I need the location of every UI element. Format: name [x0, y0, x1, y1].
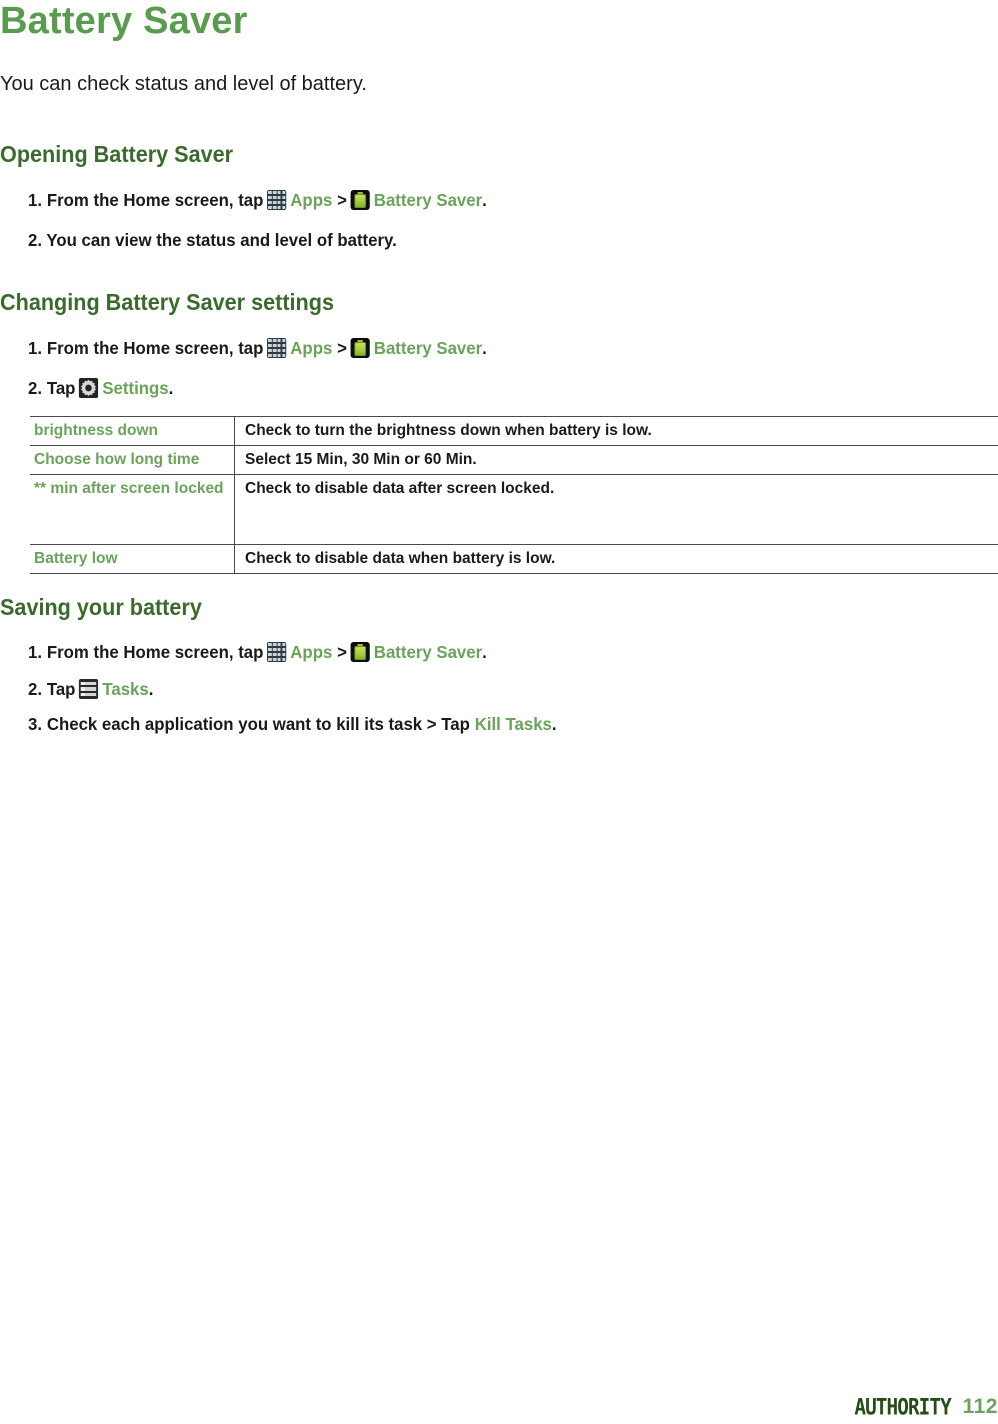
step-separator: > — [337, 338, 347, 358]
table-cell-description: Check to turn the brightness down when b… — [234, 416, 998, 446]
section-heading-changing: Changing Battery Saver settings — [0, 289, 334, 315]
step-number: 1. — [28, 338, 43, 358]
step-period: . — [482, 338, 487, 358]
page-footer: AUTHORITY 112 — [0, 1390, 998, 1424]
apps-grid-icon — [267, 338, 287, 358]
table-cell-description: Check to disable data when battery is lo… — [234, 544, 998, 574]
battery-saver-label: Battery Saver — [373, 338, 483, 358]
intro-paragraph: You can check status and level of batter… — [0, 73, 367, 95]
page-number: 112 — [962, 1395, 998, 1418]
step-text: 2. You can view the status and level of … — [28, 230, 397, 250]
table-cell-description: Check to disable data after screen locke… — [234, 474, 998, 545]
step-opening-1: 1. From the Home screen, tap Apps > Batt… — [28, 188, 487, 212]
table-cell-label: ** min after screen locked — [30, 474, 235, 545]
battery-saver-icon — [350, 642, 370, 662]
step-changing-2: 2. Tap Settings . — [28, 376, 173, 400]
step-period: . — [551, 714, 557, 734]
step-saving-3: 3. Check each application you want to ki… — [28, 712, 557, 736]
step-separator: > — [337, 642, 347, 662]
step-saving-1: 1. From the Home screen, tap Apps > Batt… — [28, 640, 487, 664]
brand-logo: AUTHORITY — [854, 1394, 951, 1420]
table-row: Battery low Check to disable data when b… — [30, 544, 998, 574]
step-number: 2. — [28, 378, 43, 398]
step-period: . — [482, 642, 487, 662]
step-separator: > — [337, 190, 347, 210]
battery-saver-icon — [350, 338, 370, 358]
step-number: 1. — [28, 642, 43, 662]
table-cell-label: Choose how long time — [30, 445, 235, 475]
document-page: Battery Saver You can check status and l… — [0, 0, 998, 1424]
settings-table: brightness down Check to turn the bright… — [30, 416, 998, 574]
apps-label: Apps — [290, 338, 333, 358]
battery-saver-icon — [350, 190, 370, 210]
page-title: Battery Saver — [0, 0, 248, 42]
apps-label: Apps — [290, 642, 333, 662]
step-number: 3. — [28, 714, 43, 734]
table-row: ** min after screen locked Check to disa… — [30, 474, 998, 545]
step-text: Tap — [46, 378, 76, 398]
step-number: 1. — [28, 190, 43, 210]
battery-saver-label: Battery Saver — [373, 190, 483, 210]
tasks-label: Tasks — [102, 679, 149, 699]
table-row: brightness down Check to turn the bright… — [30, 416, 998, 446]
kill-tasks-label: Kill Tasks — [474, 714, 552, 734]
step-period: . — [148, 679, 154, 699]
step-changing-1: 1. From the Home screen, tap Apps > Batt… — [28, 336, 487, 360]
step-text: Check each application you want to kill … — [46, 714, 470, 734]
settings-gear-icon — [79, 378, 99, 398]
step-text: From the Home screen, tap — [46, 190, 264, 210]
table-cell-label: brightness down — [30, 416, 235, 446]
step-opening-2: 2. You can view the status and level of … — [28, 228, 397, 252]
step-text: Tap — [46, 679, 76, 699]
table-cell-description: Select 15 Min, 30 Min or 60 Min. — [234, 445, 998, 475]
tasks-list-icon — [79, 679, 99, 699]
table-row: Choose how long time Select 15 Min, 30 M… — [30, 445, 998, 475]
apps-label: Apps — [290, 190, 333, 210]
section-heading-saving: Saving your battery — [0, 594, 202, 620]
step-period: . — [168, 378, 174, 398]
battery-saver-label: Battery Saver — [373, 642, 483, 662]
step-saving-2: 2. Tap Tasks . — [28, 677, 153, 701]
step-text: From the Home screen, tap — [46, 642, 264, 662]
apps-grid-icon — [267, 642, 287, 662]
section-heading-opening: Opening Battery Saver — [0, 141, 234, 167]
table-cell-label: Battery low — [30, 544, 235, 574]
step-period: . — [482, 190, 487, 210]
settings-label: Settings — [102, 378, 169, 398]
step-text: From the Home screen, tap — [46, 338, 264, 358]
step-number: 2. — [28, 679, 43, 699]
apps-grid-icon — [267, 190, 287, 210]
